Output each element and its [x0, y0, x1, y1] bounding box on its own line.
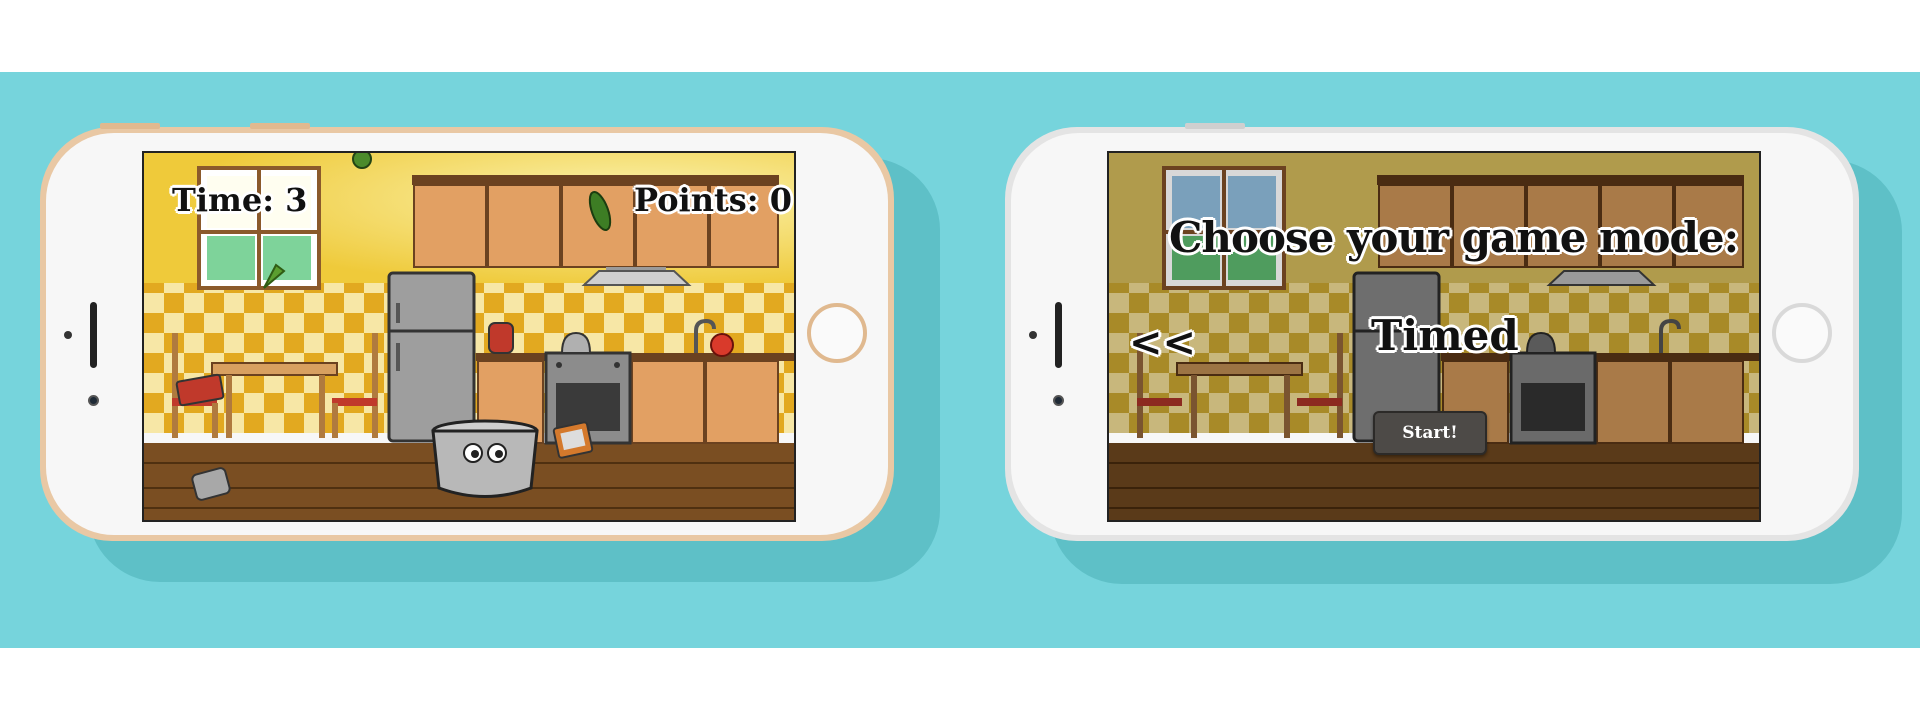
phone-speaker	[90, 302, 97, 368]
oven-icon	[1509, 351, 1597, 445]
counter-icon	[1441, 353, 1759, 444]
home-button[interactable]	[1772, 303, 1832, 363]
phone-sensor	[1029, 331, 1037, 339]
game-mode-label: Timed	[1371, 311, 1519, 360]
previous-mode-arrow[interactable]: <<	[1129, 319, 1196, 366]
phone-sensor	[64, 331, 72, 339]
broccoli-icon	[352, 153, 372, 169]
range-hood-icon	[1546, 270, 1657, 286]
start-button[interactable]: Start!	[1373, 411, 1487, 455]
tv-icon	[552, 421, 594, 459]
gold-phone: Time: 3 Points: 0	[40, 123, 894, 541]
menu-screen: Choose your game mode: << Timed Start!	[1107, 151, 1761, 522]
points-counter: Points: 0	[634, 181, 792, 219]
gameplay-screen[interactable]: Time: 3 Points: 0	[142, 151, 796, 522]
fridge-icon	[387, 271, 476, 443]
pot-with-eyes-icon	[431, 419, 539, 498]
time-counter: Time: 3	[172, 181, 308, 219]
mixer-icon	[488, 322, 514, 354]
tomato-icon	[710, 333, 734, 357]
kettle-icon	[560, 331, 592, 354]
phone-camera	[88, 395, 99, 406]
silver-phone: Choose your game mode: << Timed Start!	[1005, 123, 1859, 541]
phone-camera	[1053, 395, 1064, 406]
home-button[interactable]	[807, 303, 867, 363]
kettle-icon	[1525, 331, 1557, 354]
game-mode-heading: Choose your game mode:	[1169, 213, 1739, 262]
phone-speaker	[1055, 302, 1062, 368]
